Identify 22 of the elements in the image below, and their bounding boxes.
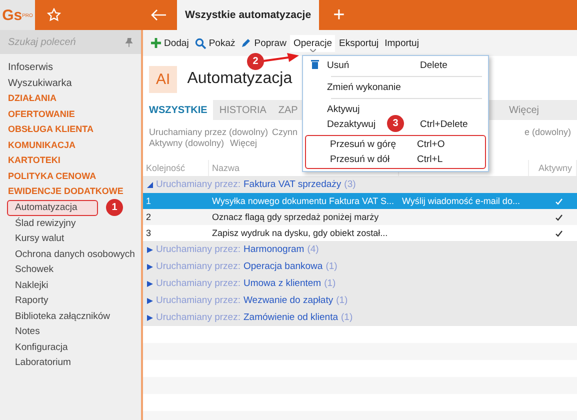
group-label: Uruchamiany przez: <box>156 179 240 190</box>
group-value: Operacja bankowa <box>243 261 323 272</box>
group-label: Uruchamiany przez: <box>156 295 240 306</box>
group-value: Faktura VAT sprzedaży <box>243 179 342 190</box>
group-label: Uruchamiany przez: <box>156 312 240 323</box>
group-count: (1) <box>326 261 338 272</box>
group-count: (1) <box>341 312 353 323</box>
group-value: Wezwanie do zapłaty <box>243 295 334 306</box>
page-title: Automatyzacja <box>187 70 292 88</box>
group-value: Zamówienie od klienta <box>243 312 338 323</box>
step-badge: 2 <box>247 53 264 70</box>
group-label: Uruchamiany przez: <box>156 278 240 289</box>
logo: Gs$^{PRO}$ <box>0 0 35 30</box>
group-value: Umowa z klientem <box>243 278 322 289</box>
group-label: Uruchamiany przez: <box>156 244 240 255</box>
group-count: (1) <box>336 295 348 306</box>
group-count: (1) <box>324 278 336 289</box>
group-label: Uruchamiany przez: <box>156 261 240 272</box>
group-count: (4) <box>307 244 319 255</box>
group-count: (3) <box>344 179 356 190</box>
module-badge: AI <box>149 66 178 92</box>
group-value: Harmonogram <box>243 244 304 255</box>
